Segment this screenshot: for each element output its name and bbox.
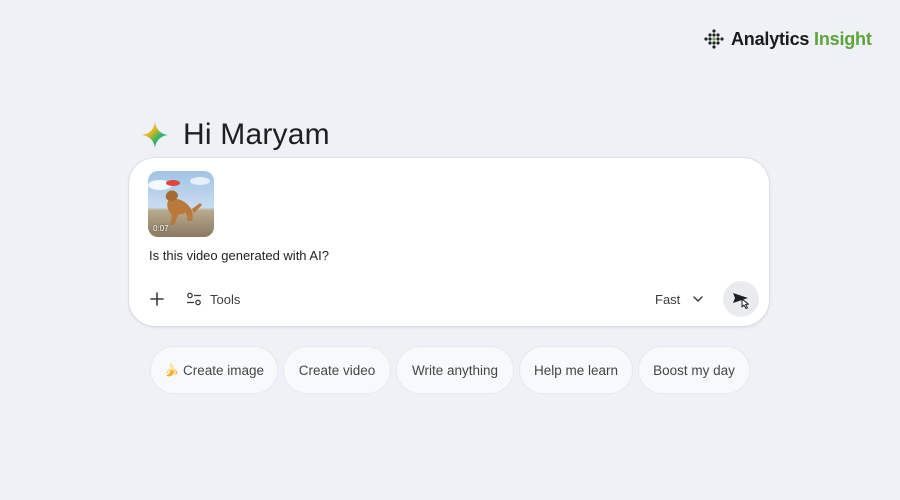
chip-label: Create image <box>182 362 264 378</box>
chip-label: Write anything <box>411 362 499 378</box>
send-button[interactable] <box>723 281 759 317</box>
model-label: Fast <box>655 291 681 307</box>
dotted-logo-icon <box>704 29 724 49</box>
chip-label: Help me learn <box>533 362 619 378</box>
banana-icon: 🍌 <box>164 363 179 377</box>
prompt-card: 0:07 Is this video generated with AI? To… <box>129 158 769 326</box>
video-attachment-thumbnail[interactable]: 0:07 <box>148 171 214 237</box>
chip-label: Create video <box>298 362 376 378</box>
sliders-icon <box>187 292 201 306</box>
chip-label: Boost my day <box>653 362 735 378</box>
chip-boost-my-day[interactable]: Boost my day <box>639 347 749 393</box>
tools-button[interactable]: Tools <box>186 289 240 309</box>
send-icon <box>733 293 749 309</box>
analytics-insight-logo: Analytics Insight <box>703 27 872 51</box>
video-duration: 0:07 <box>153 224 169 233</box>
chevron-down-icon <box>693 296 704 302</box>
model-selector[interactable]: Fast <box>655 289 704 309</box>
chip-write-anything[interactable]: Write anything <box>397 347 513 393</box>
prompt-input-text[interactable]: Is this video generated with AI? <box>149 248 329 263</box>
chip-create-video[interactable]: Create video <box>284 347 390 393</box>
add-attachment-button[interactable] <box>146 288 168 310</box>
chip-create-image[interactable]: 🍌 Create image <box>151 347 277 393</box>
plus-icon <box>150 292 164 306</box>
chip-help-me-learn[interactable]: Help me learn <box>520 347 632 393</box>
greeting: Hi Maryam <box>141 113 330 157</box>
suggestion-chips: 🍌 Create image Create video Write anythin… <box>151 347 749 393</box>
logo-word-insight: Insight <box>814 28 872 49</box>
tools-label: Tools <box>210 291 241 307</box>
gemini-sparkle-icon <box>142 122 168 148</box>
logo-wordmark: Analytics Insight <box>731 29 872 50</box>
greeting-text: Hi Maryam <box>183 118 330 151</box>
logo-word-analytics: Analytics <box>731 28 810 49</box>
